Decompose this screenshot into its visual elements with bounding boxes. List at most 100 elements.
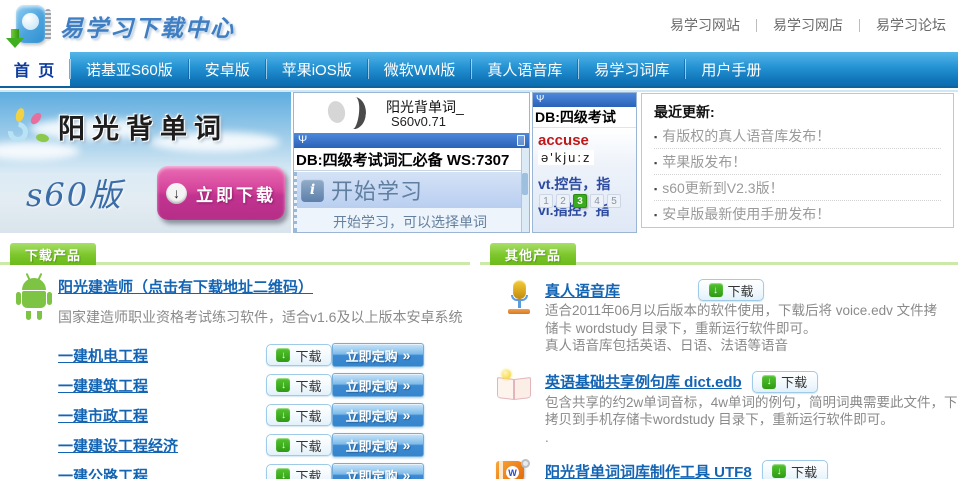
nav-item-home[interactable]: 首 页 (0, 52, 70, 86)
word-definition-vt: vt.控告，指 (533, 174, 636, 194)
wrench-icon (521, 459, 530, 468)
download-icon: ↓ (762, 375, 776, 389)
dict-tool-link[interactable]: 阳光背单词词库制作工具 UTF8 (545, 461, 752, 479)
product-voice-library: 真人语音库 ↓下载 适合2011年06月以后版本的软件使用，下载后将 voice… (480, 278, 958, 355)
table-row: 一建建设工程经济 ↓下载 立即定购» (0, 430, 470, 460)
bullet-icon: ▪ (654, 210, 657, 220)
item-link[interactable]: 一建建筑工程 (58, 375, 266, 396)
chevron-right-icon: » (403, 407, 411, 423)
download-button[interactable]: ↓下载 (752, 371, 818, 393)
nav-item-voice-library[interactable]: 真人语音库 (471, 52, 578, 86)
android-robot-icon (13, 276, 55, 322)
banner-download-button[interactable]: ↓ 立即下载 (157, 166, 285, 220)
product-desc-line: 真人语音库包括英语、日语、法语等语音 (545, 337, 958, 355)
voice-library-link[interactable]: 真人语音库 (545, 280, 620, 301)
updates-title: 最近更新: (654, 101, 941, 123)
backpack-download-icon (6, 3, 54, 49)
order-now-button[interactable]: 立即定购» (332, 343, 424, 367)
link-separator (859, 19, 860, 32)
download-icon: ↓ (772, 464, 786, 478)
link-separator (756, 19, 757, 32)
phone-status-bar: Ψ (533, 93, 636, 107)
download-button[interactable]: ↓下载 (266, 404, 332, 426)
word-phonetic: ə'kju:z (538, 150, 594, 165)
recent-updates-panel: 最近更新: ▪有版权的真人语音库发布！ ▪苹果版发布！ ▪s60更新到V2.3版… (641, 93, 954, 228)
downloads-column: 阳光建造师（点击有下载地址二维码） 国家建造师职业资格考试练习软件，适合v1.6… (0, 266, 470, 479)
sparkle-logo-icon (6, 108, 54, 152)
nav-item-wm[interactable]: 微软WM版 (368, 52, 472, 86)
order-now-button[interactable]: 立即定购» (332, 433, 424, 457)
pagination: 1 2 3 4 5 (539, 194, 621, 208)
order-now-button[interactable]: 立即定购» (332, 463, 424, 479)
page-number-active[interactable]: 3 (573, 194, 587, 208)
update-item[interactable]: ▪安卓版最新使用手册发布！ (654, 201, 941, 227)
nav-item-manual[interactable]: 用户手册 (685, 52, 777, 86)
nav-item-ios[interactable]: 苹果iOS版 (266, 52, 368, 86)
phone-scrollbar-thumb (522, 173, 528, 195)
site-logo[interactable]: 易学习下载中心 (6, 3, 235, 49)
download-button[interactable]: ↓下载 (698, 279, 764, 301)
signal-icon: Ψ (536, 95, 544, 105)
download-icon: ↓ (276, 438, 290, 452)
download-button[interactable]: ↓下载 (266, 344, 332, 366)
info-icon: i (301, 179, 324, 202)
download-button[interactable]: ↓下载 (266, 434, 332, 456)
microphone-icon (502, 280, 536, 322)
product-desc-line: 储卡 wordstudy 目录下，重新运行软件即可。 (545, 320, 958, 338)
builder-app-desc: 国家建造师职业资格考试练习软件，适合v1.6及以上版本安卓系统 (58, 307, 470, 327)
word-headword: accuse (533, 128, 636, 149)
others-column: 真人语音库 ↓下载 适合2011年06月以后版本的软件使用，下载后将 voice… (480, 266, 958, 479)
page-number[interactable]: 1 (539, 194, 553, 208)
product-example-db: 英语基础共享例句库 dict.edb ↓下载 包含共享的约2w单词音标，4w单词… (480, 370, 958, 447)
order-now-button[interactable]: 立即定购» (332, 373, 424, 397)
phone-screenshot-word: Ψ DB:四级考试 accuse ə'kju:z vt.控告，指 vi.指控，指… (532, 92, 637, 233)
builder-app-link[interactable]: 阳光建造师（点击有下载地址二维码） (58, 279, 313, 296)
chevron-right-icon: » (403, 347, 411, 363)
download-icon: ↓ (709, 283, 723, 297)
phone-menu-area: i 开始学习 开始学习，可以选择单词 (294, 172, 521, 232)
phone-screenshot-main: 阳光背单词_ S60v0.71 Ψ DB:四级考试词汇必备 WS:7307 i … (293, 92, 530, 233)
page-number[interactable]: 5 (607, 194, 621, 208)
app-version: S60v0.71 (391, 114, 446, 129)
bullet-icon: ▪ (654, 184, 657, 194)
open-book-icon (494, 372, 534, 404)
site-title: 易学习下载中心 (60, 9, 235, 43)
item-link[interactable]: 一建市政工程 (58, 405, 266, 426)
update-item[interactable]: ▪有版权的真人语音库发布！ (654, 123, 941, 149)
order-now-button[interactable]: 立即定购» (332, 403, 424, 427)
chevron-right-icon: » (403, 437, 411, 453)
nav-item-dictionary[interactable]: 易学习词库 (578, 52, 685, 86)
banner-edition: s60版 (26, 170, 123, 216)
item-link[interactable]: 一建公路工程 (58, 465, 266, 479)
promo-banner: 阳光背单词 s60版 ↓ 立即下载 (0, 92, 291, 233)
menu-item-selected: i 开始学习 (297, 172, 521, 208)
main-nav: 首 页 诺基亚S60版 安卓版 苹果iOS版 微软WM版 真人语音库 易学习词库… (0, 52, 958, 88)
link-forum[interactable]: 易学习论坛 (876, 15, 946, 35)
item-link[interactable]: 一建机电工程 (58, 345, 266, 366)
download-button[interactable]: ↓下载 (762, 460, 828, 479)
download-icon: ↓ (276, 468, 290, 479)
product-desc-line: 适合2011年06月以后版本的软件使用，下载后将 voice.edv 文件拷 (545, 302, 958, 320)
green-download-arrow-icon (6, 29, 24, 49)
page-number[interactable]: 2 (556, 194, 570, 208)
item-link[interactable]: 一建建设工程经济 (58, 435, 266, 456)
download-button[interactable]: ↓下载 (266, 464, 332, 479)
download-circle-icon: ↓ (166, 183, 187, 204)
bullet-icon: ▪ (654, 132, 657, 142)
nav-item-nokia-s60[interactable]: 诺基亚S60版 (70, 52, 189, 86)
table-row: 一建公路工程 ↓下载 立即定购» (0, 460, 470, 479)
header: 易学习下载中心 易学习网站 易学习网店 易学习论坛 (0, 0, 958, 52)
bullet-icon: ▪ (654, 158, 657, 168)
example-db-link[interactable]: 英语基础共享例句库 dict.edb (545, 371, 742, 392)
download-button[interactable]: ↓下载 (266, 374, 332, 396)
lightbulb-icon (502, 370, 511, 379)
update-item[interactable]: ▪s60更新到V2.3版！ (654, 175, 941, 201)
link-website[interactable]: 易学习网站 (670, 15, 740, 35)
link-store[interactable]: 易学习网店 (773, 15, 843, 35)
update-item[interactable]: ▪苹果版发布！ (654, 149, 941, 175)
product-desc-line: 包含共享的约2w单词音标，4w单词的例句，简明词典需要此文件，下 (545, 394, 958, 412)
page-number[interactable]: 4 (590, 194, 604, 208)
banner-title: 阳光背单词 (58, 107, 228, 146)
table-row: 一建建筑工程 ↓下载 立即定购» (0, 370, 470, 400)
nav-item-android[interactable]: 安卓版 (189, 52, 266, 86)
